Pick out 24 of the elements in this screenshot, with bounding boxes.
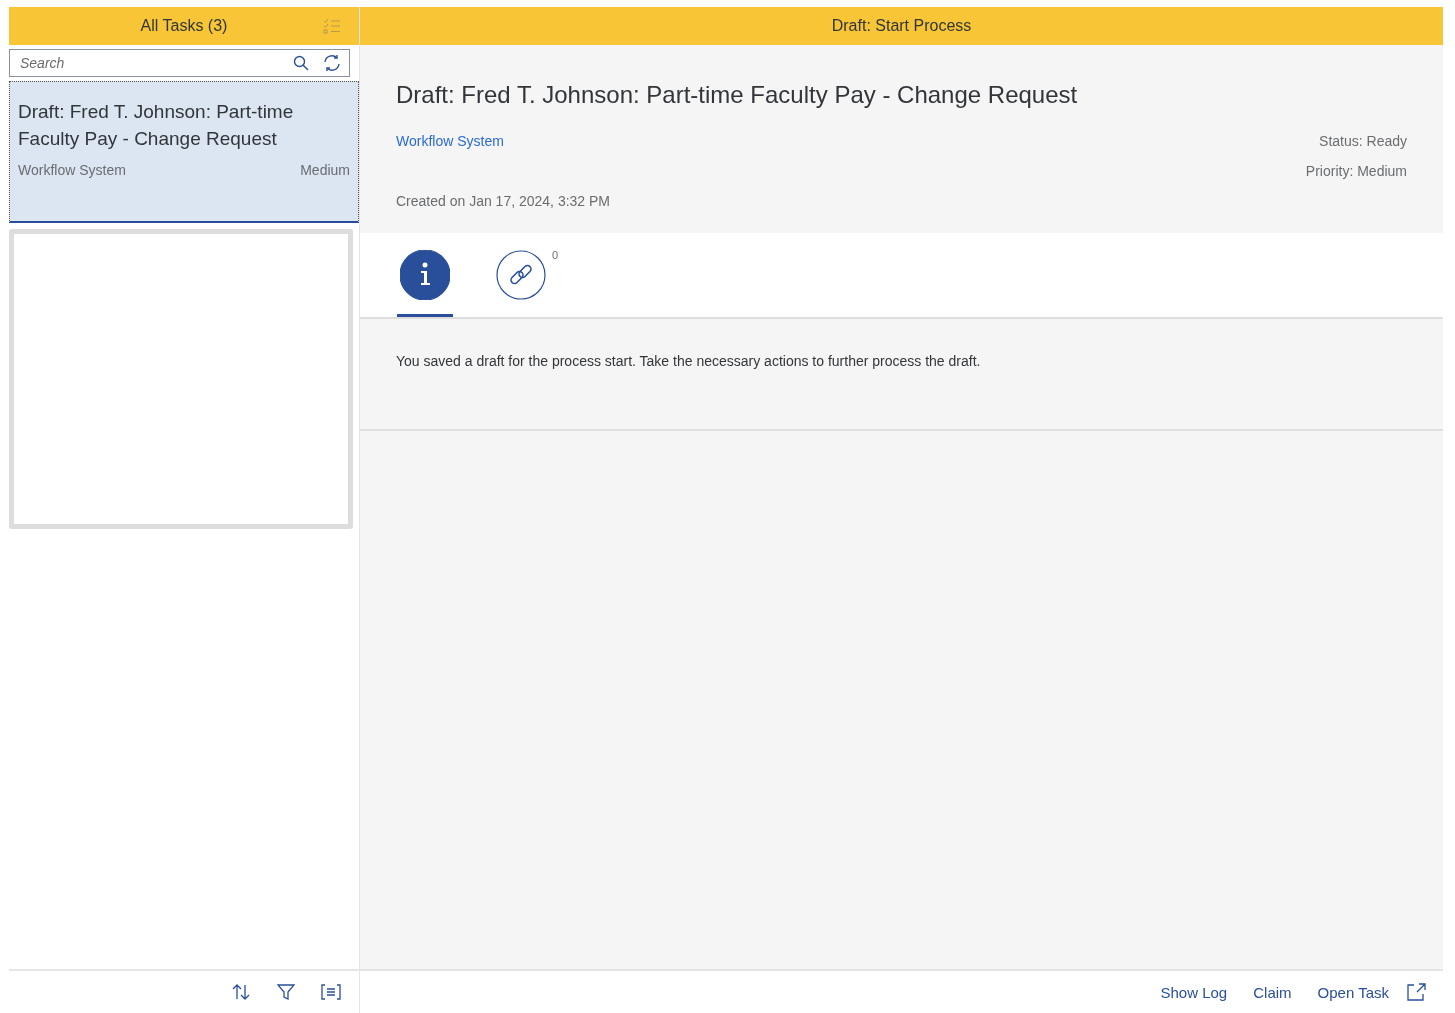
detail-header-title: Draft: Start Process [831,17,972,35]
task-item[interactable]: Draft: Fred T. Johnson: Part-time Faculty Pay - Change Request Workflow System Medium [9,81,359,223]
search-icon[interactable] [293,55,309,71]
filter-icon[interactable] [277,983,295,1001]
share-icon[interactable] [1407,983,1427,1001]
footer-action[interactable]: Claim [1245,979,1300,1005]
task-title: Draft: Fred T. Johnson: Part-time Faculty Pay - Change Request [396,81,1079,109]
sort-icon[interactable] [231,983,251,1001]
created-date: Created on Jan 17, 2024, 3:32 PM [396,193,612,209]
link-icon [496,250,546,300]
creator-link[interactable]: Workflow System [396,133,504,149]
priority-text: Priority: Medium [1305,163,1407,179]
footer-action[interactable]: Show Log [1152,979,1236,1005]
description-text: You saved a draft for the process start. Take the necessary actions to further process the draft. [396,353,982,369]
info-icon [400,250,450,300]
attachments-tab[interactable]: 0 [493,233,558,317]
task-creator: Workflow System [18,162,126,178]
footer-action[interactable]: Open Task [1309,979,1397,1005]
search-field[interactable]: Search [9,49,350,77]
status-text: Status: Ready [1319,133,1407,149]
task-priority: Medium [300,162,350,178]
group-icon[interactable] [321,984,341,1000]
refresh-icon[interactable] [323,54,341,72]
list-title: All Tasks (3) [140,17,228,35]
